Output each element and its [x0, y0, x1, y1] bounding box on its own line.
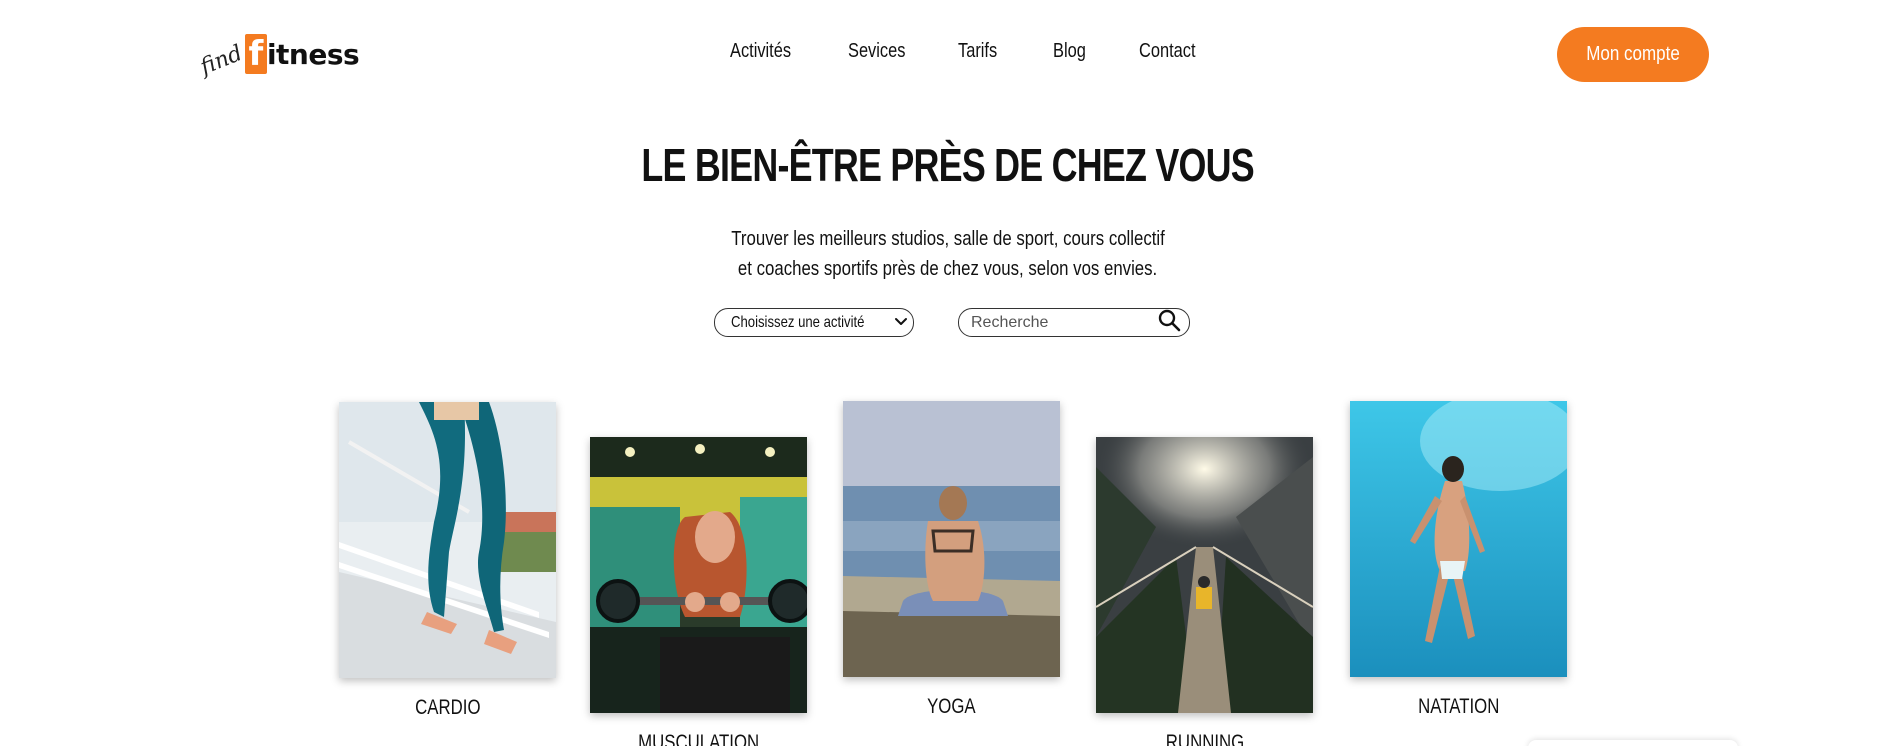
logo-f-mark: f [244, 34, 267, 74]
logo-find-text: find [196, 40, 247, 80]
activity-card-cardio[interactable]: CARDIO [339, 402, 556, 720]
hero-subtitle-line-1: Trouver les meilleurs studios, salle de … [731, 228, 1165, 250]
nav-tarifs[interactable]: Tarifs [958, 40, 997, 63]
activity-select-value: Choisissez une activité [731, 313, 865, 331]
chevron-down-icon [894, 314, 908, 332]
activity-label: NATATION [1417, 695, 1500, 718]
cardio-photo [339, 402, 556, 678]
my-account-label: Mon compte [1586, 43, 1680, 65]
activity-label: CARDIO [414, 696, 481, 719]
activity-card-natation[interactable]: NATATION [1350, 401, 1567, 719]
hero-subtitle-line-2: et coaches sportifs près de chez vous, s… [738, 258, 1158, 280]
activity-label: YOGA [927, 695, 976, 718]
floating-widget[interactable] [1528, 740, 1738, 746]
activity-label: RUNNING [1165, 731, 1244, 746]
brand-logo[interactable]: find f itness [196, 28, 370, 80]
search-icon[interactable] [1157, 308, 1181, 337]
yoga-photo [843, 401, 1060, 677]
logo-fitness-text: itness [266, 37, 360, 71]
search-input[interactable] [971, 313, 1157, 332]
hero-title: LE BIEN-ÊTRE PRÈS DE CHEZ VOUS [641, 139, 1255, 191]
activity-card-musculation[interactable]: MUSCULATION [590, 437, 807, 746]
nav-activites[interactable]: Activités [730, 40, 791, 63]
nav-contact[interactable]: Contact [1139, 40, 1221, 63]
running-photo [1096, 437, 1313, 713]
my-account-button[interactable]: Mon compte [1557, 27, 1709, 82]
activity-card-running[interactable]: RUNNING [1096, 437, 1313, 746]
activity-label: MUSCULATION [637, 731, 760, 746]
activity-card-yoga[interactable]: YOGA [843, 401, 1060, 719]
natation-photo [1350, 401, 1567, 677]
search-box [958, 308, 1190, 337]
hero-subtitle: Trouver les meilleurs studios, salle de … [0, 224, 1896, 284]
nav-services[interactable]: Sevices [848, 40, 905, 63]
activity-select[interactable]: Choisissez une activité [714, 308, 914, 337]
musculation-photo [590, 437, 807, 713]
nav-blog[interactable]: Blog [1053, 40, 1086, 63]
